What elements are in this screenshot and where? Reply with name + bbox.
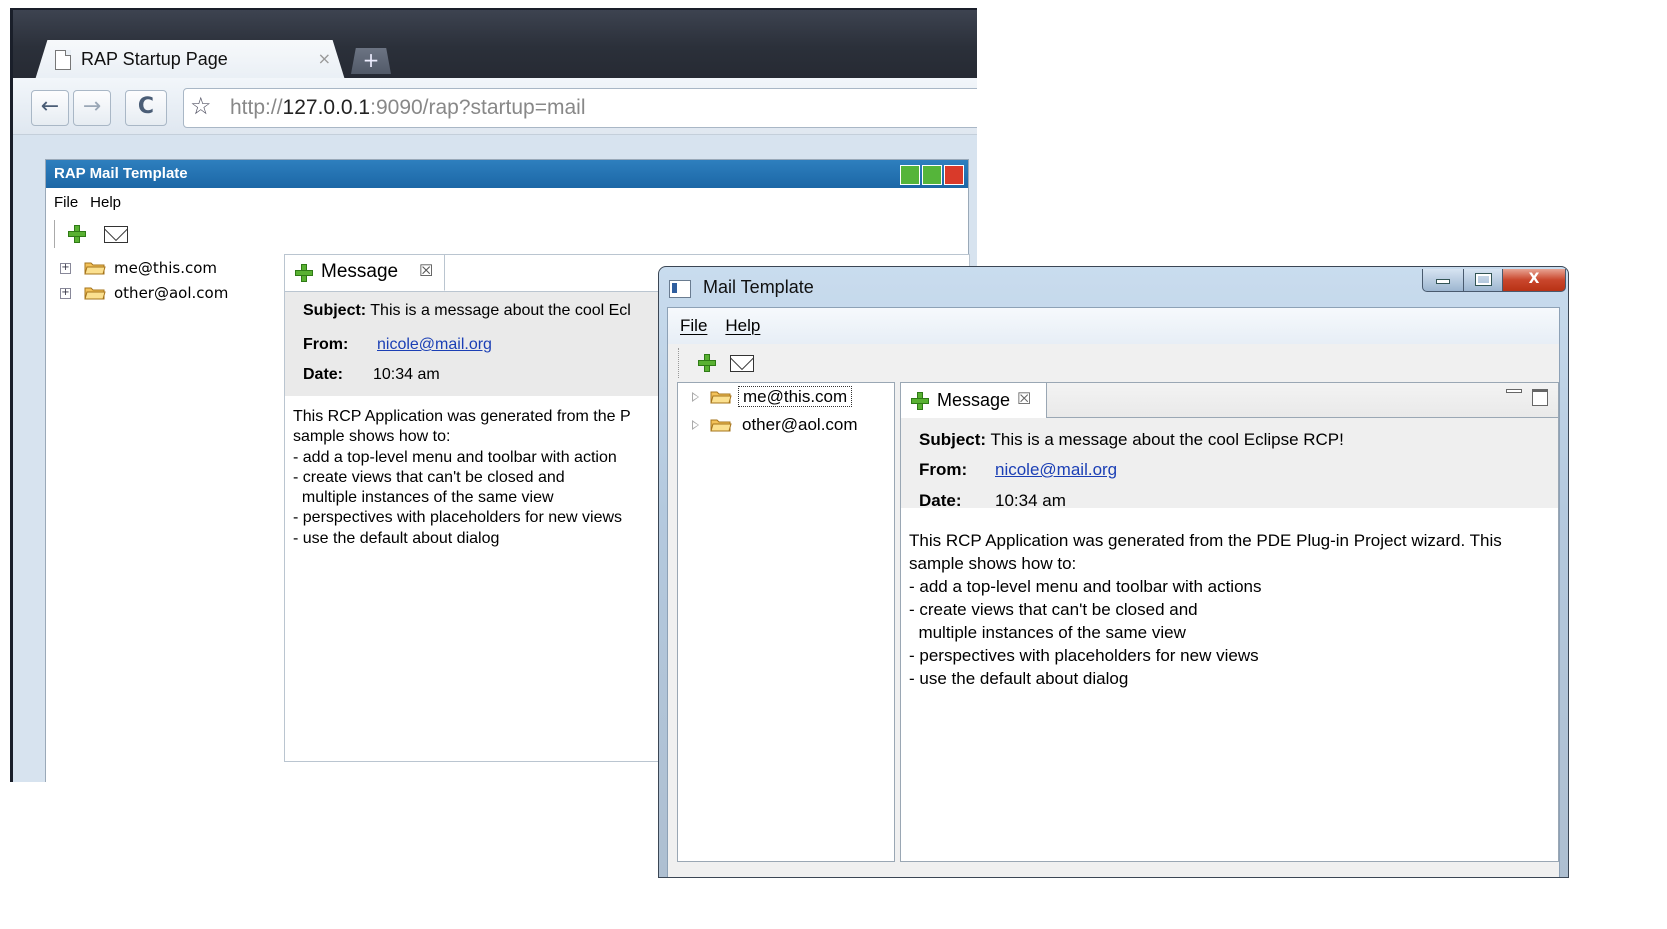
native-window: Mail Template X File Help me@this.com ot… bbox=[658, 266, 1569, 878]
subject-value: This is a message about the cool Ecl bbox=[370, 302, 631, 319]
native-title: Mail Template bbox=[703, 277, 814, 297]
url-path: :9090/rap?startup=mail bbox=[370, 96, 586, 119]
from-row: From: nicole@mail.org bbox=[919, 460, 1117, 480]
view-minimize-icon[interactable] bbox=[1506, 389, 1522, 393]
rap-mailbox-tree: + me@this.com + other@aol.com bbox=[56, 256, 271, 756]
tab-close-icon[interactable]: × bbox=[318, 49, 331, 68]
tree-item-label: other@aol.com bbox=[742, 415, 858, 434]
from-link[interactable]: nicole@mail.org bbox=[995, 460, 1117, 479]
tab-label: Message bbox=[321, 261, 399, 282]
date-value: 10:34 am bbox=[373, 366, 440, 383]
browser-tab-title: RAP Startup Page bbox=[81, 49, 228, 69]
native-workbench: me@this.com other@aol.com Message ☒ Subj… bbox=[668, 382, 1559, 877]
date-value: 10:34 am bbox=[995, 491, 1066, 510]
maximize-button[interactable] bbox=[1463, 269, 1503, 292]
back-button[interactable]: ← bbox=[31, 90, 69, 126]
url-prefix: http:// bbox=[230, 96, 283, 119]
forward-button[interactable]: → bbox=[73, 90, 111, 126]
from-row: From: nicole@mail.org bbox=[303, 336, 492, 354]
date-label: Date: bbox=[303, 366, 344, 383]
plus-icon bbox=[911, 392, 929, 410]
subject-value: This is a message about the cool Eclipse… bbox=[990, 430, 1344, 449]
browser-tab-strip: RAP Startup Page × + bbox=[13, 10, 977, 80]
url-text: http://127.0.0.1:9090/rap?startup=mail bbox=[230, 96, 586, 120]
native-titlebar: Mail Template X bbox=[659, 267, 1568, 307]
rap-menubar: File Help bbox=[46, 188, 968, 218]
tab-close-icon[interactable]: ☒ bbox=[1017, 383, 1031, 417]
rap-maximize-button[interactable] bbox=[922, 165, 942, 185]
folder-icon bbox=[710, 391, 732, 404]
envelope-icon[interactable] bbox=[104, 226, 128, 243]
toolbar-grip bbox=[678, 348, 679, 378]
rap-title: RAP Mail Template bbox=[54, 165, 188, 182]
expand-icon[interactable]: + bbox=[60, 263, 71, 274]
plus-icon[interactable] bbox=[68, 225, 86, 243]
plus-icon[interactable] bbox=[698, 354, 716, 372]
message-body: This RCP Application was generated from … bbox=[909, 531, 1502, 688]
native-menubar: File Help bbox=[668, 308, 1559, 344]
envelope-icon[interactable] bbox=[730, 355, 754, 372]
new-tab-button[interactable]: + bbox=[351, 48, 391, 74]
message-body: This RCP Application was generated from … bbox=[293, 408, 631, 547]
subject-label: Subject: bbox=[303, 302, 367, 319]
star-icon[interactable]: ☆ bbox=[190, 92, 212, 120]
maximize-icon bbox=[1474, 273, 1492, 286]
from-label: From: bbox=[919, 460, 968, 479]
rap-close-button[interactable] bbox=[944, 165, 964, 185]
plus-icon bbox=[295, 264, 313, 282]
view-tab-bar: Message ☒ bbox=[901, 383, 1558, 418]
tab-message[interactable]: Message ☒ bbox=[901, 383, 1047, 418]
rap-menu-help[interactable]: Help bbox=[90, 194, 121, 211]
app-icon bbox=[669, 280, 691, 298]
from-label: From: bbox=[303, 336, 349, 353]
expand-arrow-icon[interactable] bbox=[692, 392, 699, 402]
folder-icon bbox=[710, 419, 732, 432]
view-maximize-icon[interactable] bbox=[1532, 389, 1548, 406]
minimize-button[interactable] bbox=[1422, 269, 1464, 292]
tree-item[interactable]: + other@aol.com bbox=[56, 281, 271, 306]
rap-titlebar: RAP Mail Template bbox=[46, 160, 968, 188]
tab-label: Message bbox=[937, 390, 1011, 410]
tree-item-text: me@this.com bbox=[738, 386, 853, 407]
native-mailbox-tree: me@this.com other@aol.com bbox=[677, 382, 895, 862]
url-host: 127.0.0.1 bbox=[282, 96, 371, 119]
browser-tab[interactable]: RAP Startup Page × bbox=[35, 40, 345, 80]
subject-label: Subject: bbox=[919, 430, 987, 449]
from-link[interactable]: nicole@mail.org bbox=[377, 336, 492, 353]
date-row: Date: 10:34 am bbox=[919, 491, 1066, 511]
folder-icon bbox=[84, 287, 106, 300]
page-icon bbox=[55, 50, 71, 70]
native-message-view: Message ☒ Subject: This is a message abo… bbox=[900, 382, 1559, 862]
subject-row: Subject: This is a message about the coo… bbox=[919, 430, 1344, 450]
native-toolbar bbox=[668, 344, 1559, 383]
expand-icon[interactable]: + bbox=[60, 288, 71, 299]
native-client-area: File Help me@this.com other@aol.com Mess… bbox=[667, 307, 1560, 877]
minimize-icon bbox=[1436, 279, 1450, 284]
tree-item[interactable]: + me@this.com bbox=[56, 256, 271, 281]
rap-menu-file[interactable]: File bbox=[54, 194, 78, 211]
tree-item-label: other@aol.com bbox=[114, 284, 229, 302]
tree-item-label: me@this.com bbox=[114, 259, 218, 277]
menu-file[interactable]: File bbox=[680, 316, 707, 335]
date-label: Date: bbox=[919, 491, 962, 510]
date-row: Date: 10:34 am bbox=[303, 366, 440, 384]
rap-toolbar bbox=[46, 218, 968, 250]
message-header: Subject: This is a message about the coo… bbox=[901, 418, 1558, 511]
tab-message[interactable]: Message ☒ bbox=[285, 255, 445, 291]
menu-help[interactable]: Help bbox=[725, 316, 760, 335]
browser-toolbar: ← → C ☆ http://127.0.0.1:9090/rap?startu… bbox=[13, 78, 977, 135]
expand-arrow-icon[interactable] bbox=[692, 420, 699, 430]
address-bar[interactable]: ☆ http://127.0.0.1:9090/rap?startup=mail bbox=[183, 88, 977, 128]
folder-icon bbox=[84, 262, 106, 275]
toolbar-separator bbox=[54, 220, 55, 248]
reload-button[interactable]: C bbox=[125, 90, 167, 126]
subject-row: Subject: This is a message about the coo… bbox=[303, 302, 631, 320]
tree-item-label: me@this.com bbox=[738, 384, 853, 410]
close-button[interactable]: X bbox=[1502, 269, 1566, 292]
tab-close-icon[interactable]: ☒ bbox=[419, 255, 433, 289]
rap-minimize-button[interactable] bbox=[900, 165, 920, 185]
